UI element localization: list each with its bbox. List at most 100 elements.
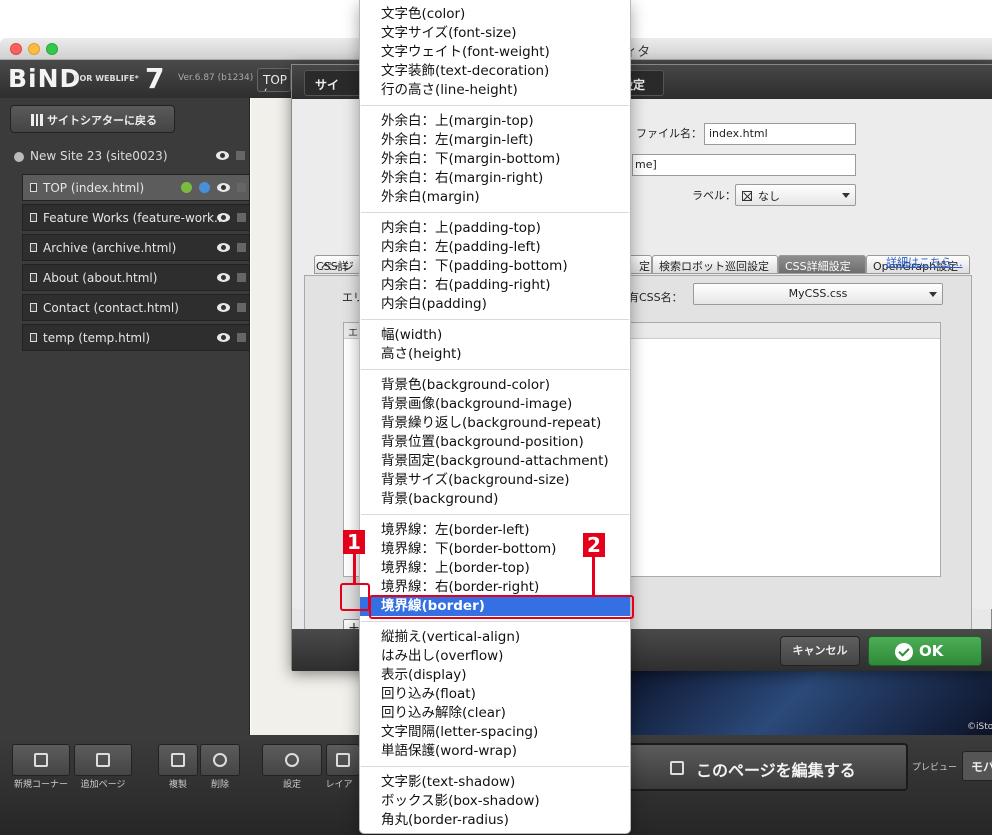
menu-item-background-attachment[interactable]: 背景固定(background-attachment)	[360, 452, 630, 471]
duplicate-button[interactable]	[158, 744, 198, 776]
back-button-label: サイトシアターに戻る	[47, 114, 157, 127]
menu-separator	[361, 369, 629, 370]
menu-item-background-image[interactable]: 背景画像(background-image)	[360, 395, 630, 414]
settings-badge-icon[interactable]	[199, 182, 210, 193]
page-title-field[interactable]: me]	[632, 154, 856, 176]
menu-item-text-decoration[interactable]: 文字装飾(text-decoration)	[360, 62, 630, 81]
menu-item-font-size[interactable]: 文字サイズ(font-size)	[360, 24, 630, 43]
pencil-icon	[670, 761, 684, 775]
callout-2-badge: 2	[583, 533, 605, 557]
menu-item-color[interactable]: 文字色(color)	[360, 5, 630, 24]
publish-square-icon[interactable]	[236, 151, 245, 160]
check-icon	[895, 643, 913, 661]
menu-item-word-wrap[interactable]: 単語保護(word-wrap)	[360, 742, 630, 761]
menu-item-letter-spacing[interactable]: 文字間隔(letter-spacing)	[360, 723, 630, 742]
details-link[interactable]: 詳細はこちら...	[886, 254, 963, 270]
menu-item-margin-right[interactable]: 外余白：右(margin-right)	[360, 169, 630, 188]
menu-item-margin-top[interactable]: 外余白：上(margin-top)	[360, 112, 630, 131]
menu-item-margin[interactable]: 外余白(margin)	[360, 188, 630, 207]
shared-css-value: MyCSS.css	[788, 287, 848, 300]
menu-item-width[interactable]: 幅(width)	[360, 326, 630, 345]
label-select[interactable]: なし	[735, 184, 856, 206]
menu-item-border-top[interactable]: 境界線：上(border-top)	[360, 559, 630, 578]
menu-item-padding-right[interactable]: 内余白：右(padding-right)	[360, 276, 630, 295]
visibility-eye-icon[interactable]	[216, 151, 229, 160]
tab-css-detail[interactable]: CSS詳細設定	[778, 255, 866, 274]
visibility-eye-icon[interactable]	[217, 213, 230, 222]
preview-label: プレビュー	[912, 763, 958, 773]
duplicate-label: 複製	[168, 780, 187, 790]
menu-separator	[361, 766, 629, 767]
edit-page-label: このページを編集する	[696, 761, 856, 780]
visibility-eye-icon[interactable]	[217, 273, 230, 282]
menu-item-text-shadow[interactable]: 文字影(text-shadow)	[360, 773, 630, 792]
sidebar-item-about[interactable]: About (about.html)	[22, 264, 250, 291]
visibility-eye-icon[interactable]	[217, 303, 230, 312]
site-row[interactable]: New Site 23 (site0023)	[0, 146, 250, 168]
mobile-preview-button[interactable]: モバ	[962, 751, 992, 781]
zoom-window-button[interactable]	[46, 43, 58, 55]
sidebar-item-feature-works[interactable]: Feature Works (feature-work...	[22, 204, 250, 231]
settings-label: 設定	[282, 780, 301, 790]
visibility-eye-icon[interactable]	[217, 243, 230, 252]
minimize-window-button[interactable]	[28, 43, 40, 55]
label-color-icon	[742, 191, 752, 201]
publish-square-icon[interactable]	[237, 243, 246, 252]
menu-item-font-weight[interactable]: 文字ウェイト(font-weight)	[360, 43, 630, 62]
menu-item-background[interactable]: 背景(background)	[360, 490, 630, 509]
sidebar-item-archive[interactable]: Archive (archive.html)	[22, 234, 250, 261]
sidebar-item-top[interactable]: TOP (index.html)	[22, 174, 250, 201]
publish-square-icon[interactable]	[237, 183, 246, 192]
element-list-header-text: エ	[348, 328, 358, 339]
info-badge-icon[interactable]	[181, 182, 192, 193]
edit-this-page-button[interactable]: このページを編集する	[626, 743, 908, 791]
menu-item-line-height[interactable]: 行の高さ(line-height)	[360, 81, 630, 100]
site-status-icon	[14, 152, 24, 162]
sidebar-item-temp[interactable]: temp (temp.html)	[22, 324, 250, 351]
page-tab-top[interactable]: TOP (	[257, 68, 291, 92]
menu-item-float[interactable]: 回り込み(float)	[360, 685, 630, 704]
menu-item-padding-top[interactable]: 内余白：上(padding-top)	[360, 219, 630, 238]
menu-item-padding[interactable]: 内余白(padding)	[360, 295, 630, 314]
menu-separator	[361, 212, 629, 213]
menu-item-display[interactable]: 表示(display)	[360, 666, 630, 685]
menu-item-border-radius[interactable]: 角丸(border-radius)	[360, 811, 630, 830]
shared-css-select[interactable]: MyCSS.css	[693, 283, 943, 305]
menu-separator	[361, 319, 629, 320]
menu-item-vertical-align[interactable]: 縦揃え(vertical-align)	[360, 628, 630, 647]
menu-separator	[361, 621, 629, 622]
menu-item-background-repeat[interactable]: 背景繰り返し(background-repeat)	[360, 414, 630, 433]
publish-square-icon[interactable]	[237, 333, 246, 342]
visibility-eye-icon[interactable]	[217, 183, 230, 192]
menu-item-background-color[interactable]: 背景色(background-color)	[360, 376, 630, 395]
file-name-field[interactable]: index.html	[704, 123, 856, 145]
cancel-button[interactable]: キャンセル	[780, 636, 860, 666]
chevron-down-icon	[842, 193, 850, 198]
new-corner-button[interactable]	[12, 744, 70, 776]
label-value: なし	[758, 190, 780, 203]
delete-button[interactable]	[200, 744, 240, 776]
menu-item-background-position[interactable]: 背景位置(background-position)	[360, 433, 630, 452]
publish-square-icon[interactable]	[237, 273, 246, 282]
menu-item-clear[interactable]: 回り込み解除(clear)	[360, 704, 630, 723]
menu-item-overflow[interactable]: はみ出し(overflow)	[360, 647, 630, 666]
settings-button[interactable]	[262, 744, 322, 776]
publish-square-icon[interactable]	[237, 213, 246, 222]
tab-search-robot[interactable]: 検索ロボット巡回設定	[652, 255, 778, 274]
publish-square-icon[interactable]	[237, 303, 246, 312]
ok-button[interactable]: OK	[868, 636, 982, 666]
layout-button[interactable]	[326, 744, 360, 776]
sidebar-item-contact[interactable]: Contact (contact.html)	[22, 294, 250, 321]
menu-item-padding-left[interactable]: 内余白：左(padding-left)	[360, 238, 630, 257]
menu-item-background-size[interactable]: 背景サイズ(background-size)	[360, 471, 630, 490]
menu-item-margin-bottom[interactable]: 外余白：下(margin-bottom)	[360, 150, 630, 169]
menu-item-height[interactable]: 高さ(height)	[360, 345, 630, 364]
menu-separator	[361, 514, 629, 515]
back-to-site-theater-button[interactable]: サイトシアターに戻る	[10, 105, 175, 133]
menu-item-margin-left[interactable]: 外余白：左(margin-left)	[360, 131, 630, 150]
add-page-button[interactable]	[74, 744, 132, 776]
menu-item-box-shadow[interactable]: ボックス影(box-shadow)	[360, 792, 630, 811]
visibility-eye-icon[interactable]	[217, 333, 230, 342]
close-window-button[interactable]	[10, 43, 22, 55]
menu-item-padding-bottom[interactable]: 内余白：下(padding-bottom)	[360, 257, 630, 276]
